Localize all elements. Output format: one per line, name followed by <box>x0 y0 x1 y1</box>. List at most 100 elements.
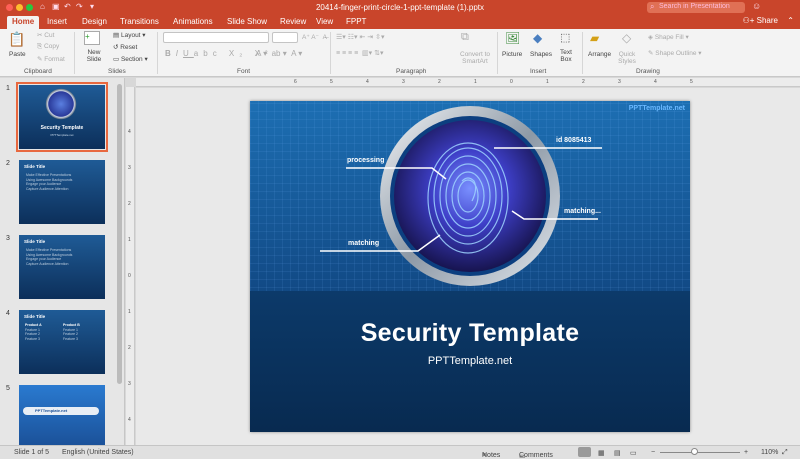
tab-animations[interactable]: Animations <box>173 16 213 29</box>
layout-label: Layout <box>120 32 141 39</box>
ruler-mark: 3 <box>128 381 131 387</box>
pen-icon: ✎ <box>648 50 654 57</box>
quick-styles-button[interactable]: Quick Styles <box>617 51 637 65</box>
thumbnail-slide-4[interactable]: Slide Title Product A Feature 1 Feature … <box>19 310 105 374</box>
font-name-select[interactable] <box>163 32 269 43</box>
shapes-button[interactable]: Shapes <box>530 51 552 58</box>
slide-sorter-button[interactable]: ▦ <box>598 449 605 457</box>
cut-label: Cut <box>44 32 55 39</box>
divider <box>497 32 498 74</box>
tab-design[interactable]: Design <box>82 16 107 29</box>
fingerprint-circle-mini <box>45 88 77 120</box>
zoom-slider-thumb[interactable] <box>691 448 698 455</box>
textbox-icon[interactable]: ⬚ <box>560 31 570 44</box>
feature-item: Feature 2 <box>63 332 78 336</box>
quick-styles-icon[interactable]: ◇ <box>622 31 631 45</box>
horizontal-ruler[interactable]: 6 5 4 3 2 1 0 1 2 3 4 5 <box>136 78 800 87</box>
reset-button[interactable]: ↺ Reset <box>113 43 137 51</box>
copy-label: Copy <box>44 43 60 50</box>
zoom-slider[interactable] <box>660 452 740 453</box>
arrange-icon[interactable]: ▰ <box>590 31 599 45</box>
paste-icon[interactable]: 📋 <box>8 31 25 48</box>
search-input[interactable]: ⌕ Search in Presentation <box>647 2 745 13</box>
reading-view-button[interactable]: ▤ <box>614 449 621 457</box>
thumbnail-slide-2[interactable]: Slide Title Make Effective Presentations… <box>19 160 105 224</box>
collapse-ribbon-icon[interactable]: ⌃ <box>787 16 794 25</box>
label-matching-left: matching <box>348 240 380 247</box>
reset-icon: ↺ <box>113 44 119 51</box>
convert-smartart-button[interactable]: Convert to SmartArt <box>456 51 494 65</box>
ruler-mark: 2 <box>582 79 585 85</box>
copy-button[interactable]: ⎘ Copy <box>37 43 59 51</box>
new-slide-button[interactable]: New Slide <box>84 49 104 63</box>
bullet: Capture Audience Attention <box>26 261 69 266</box>
format-label: Format <box>44 56 65 63</box>
shape-outline-label: Shape Outline <box>655 50 697 57</box>
thumbnail-bullets: Make Effective Presentations Using Aweso… <box>26 248 72 266</box>
copy-icon: ⎘ <box>37 43 43 50</box>
font-size-select[interactable] <box>272 32 298 43</box>
list-buttons[interactable]: ☰▾ ☷▾ ⇤ ⇥ ⇳▾ <box>336 33 384 41</box>
tab-home[interactable]: Home <box>7 16 40 29</box>
picture-button[interactable]: Picture <box>502 51 522 58</box>
alignment-buttons[interactable]: ≡ ≡ ≡ ≡ ▥▾ ⇅▾ <box>336 49 384 57</box>
picture-icon[interactable]: 🖼 <box>505 31 520 45</box>
bullet: Make Effective Presentations <box>26 248 72 252</box>
slide-title[interactable]: Security Template <box>250 319 690 348</box>
tab-transitions[interactable]: Transitions <box>120 16 159 29</box>
tab-view[interactable]: View <box>316 16 333 29</box>
zoom-level[interactable]: 110% <box>761 449 778 456</box>
fingerprint-graphic[interactable] <box>250 101 690 432</box>
tab-fppt[interactable]: FPPT <box>346 16 366 29</box>
feature-item: Feature 3 <box>25 336 40 341</box>
font-size-buttons[interactable]: A⁺ A⁻ A̶ <box>302 33 327 41</box>
ribbon-tabs: Home Insert Design Transitions Animation… <box>0 15 800 29</box>
shape-outline-button[interactable]: ✎ Shape Outline ▾ <box>648 49 702 57</box>
shape-fill-button[interactable]: ◈ Shape Fill ▾ <box>648 33 689 41</box>
current-slide[interactable]: PPTTemplate.net processing id 8085413 ma… <box>250 101 690 432</box>
paint-bucket-icon: ◈ <box>648 34 653 41</box>
zoom-out-button[interactable]: − <box>651 449 655 456</box>
thumbnail-slide-1[interactable]: Security Template PPTTemplate.net <box>16 82 108 152</box>
bullet: Make Effective Presentations <box>26 173 72 177</box>
ruler-mark: 5 <box>690 79 693 85</box>
new-slide-icon[interactable]: + <box>84 31 100 45</box>
section-icon: ▭ <box>113 56 120 63</box>
user-icon[interactable]: ☺ <box>752 1 761 11</box>
thumbnail-slide-5[interactable]: PPTTemplate.net <box>19 385 105 449</box>
thumbnail-number: 4 <box>6 310 10 317</box>
tab-review[interactable]: Review <box>280 16 306 29</box>
layout-button[interactable]: ▤ Layout ▾ <box>113 31 146 39</box>
paste-button[interactable]: Paste <box>9 51 26 58</box>
thumbnail-scrollbar[interactable] <box>117 80 122 440</box>
tab-insert[interactable]: Insert <box>47 16 67 29</box>
fit-slide-icon[interactable]: ⤢ <box>782 449 788 457</box>
share-button[interactable]: ⚇+ Share <box>743 16 778 25</box>
zoom-in-button[interactable]: + <box>744 449 748 456</box>
thumbnail-title: Slide Title <box>24 314 46 319</box>
shapes-icon[interactable]: ◆ <box>533 31 542 45</box>
ruler-mark: 2 <box>438 79 441 85</box>
scrollbar-thumb[interactable] <box>117 84 122 384</box>
language-indicator[interactable]: English (United States) <box>62 449 134 456</box>
vertical-ruler[interactable]: 4 3 2 1 0 1 2 3 4 <box>126 87 135 445</box>
thumbnail-title: Slide Title <box>24 239 46 244</box>
slideshow-button[interactable]: ▭ <box>630 449 637 457</box>
tab-slide-show[interactable]: Slide Show <box>227 16 267 29</box>
font-color-buttons[interactable]: A ▾ ab ▾ A ▾ <box>256 49 302 58</box>
slide-subtitle[interactable]: PPTTemplate.net <box>250 355 690 367</box>
label-processing: processing <box>347 157 385 164</box>
smartart-icon[interactable]: ⧉ <box>461 31 469 44</box>
bullet: Capture Audience Attention <box>26 186 69 191</box>
drawing-group-label: Drawing <box>636 68 660 75</box>
normal-view-button[interactable] <box>578 447 591 457</box>
ruler-mark: 4 <box>366 79 369 85</box>
textbox-button[interactable]: Text Box <box>559 49 573 63</box>
thumbnail-slide-3[interactable]: Slide Title Make Effective Presentations… <box>19 235 105 299</box>
cut-button[interactable]: ✂ Cut <box>37 31 54 39</box>
arrange-button[interactable]: Arrange <box>588 51 611 58</box>
add-person-icon: ⚇+ <box>742 16 755 25</box>
format-painter-button[interactable]: ✎ Format <box>37 55 65 63</box>
search-placeholder: Search in Presentation <box>659 3 730 10</box>
section-button[interactable]: ▭ Section ▾ <box>113 55 148 63</box>
